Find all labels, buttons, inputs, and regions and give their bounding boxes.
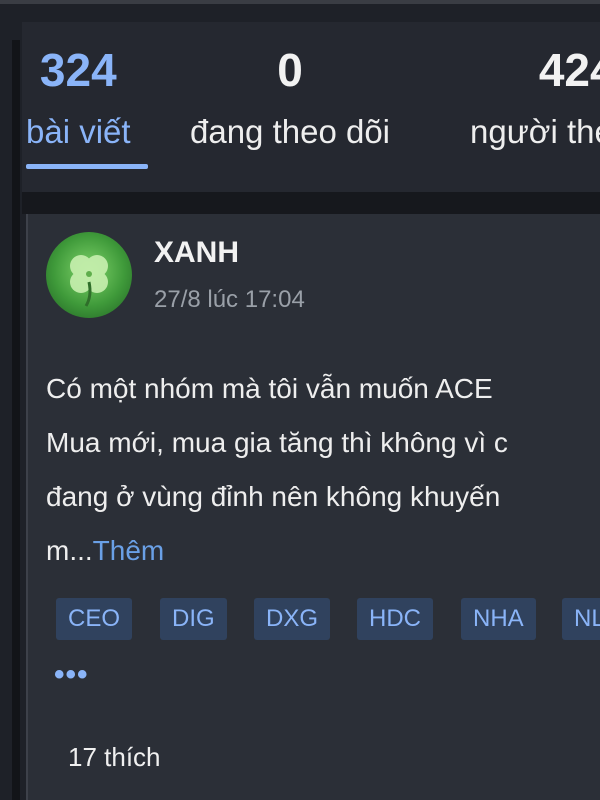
tag-hdc[interactable]: HDC: [357, 598, 433, 640]
following-label: đang theo dõi: [190, 113, 391, 150]
top-border: [0, 0, 600, 4]
clover-icon: [70, 255, 108, 307]
post-card: XANH 27/8 lúc 17:04 Có một nhóm mà tôi v…: [26, 214, 600, 800]
following-count: 0: [277, 44, 303, 96]
posts-count: 324: [39, 44, 117, 96]
tab-posts[interactable]: 324 bài viết: [26, 44, 131, 152]
content-line: Mua mới, mua gia tăng thì không vì c: [46, 427, 508, 458]
tag-ceo[interactable]: CEO: [56, 598, 133, 640]
left-rail: [12, 40, 20, 800]
content-line-text: m...: [46, 535, 93, 566]
content-line-last: m...Thêm: [46, 524, 600, 578]
profile-screen: 324 bài viết 0 đang theo dõi 424 người t…: [0, 0, 600, 800]
content-line: Có một nhóm mà tôi vẫn muốn ACE: [46, 373, 493, 404]
tag-nlg[interactable]: NLG: [562, 598, 600, 640]
more-tags-button[interactable]: •••: [54, 658, 89, 692]
tab-followers[interactable]: 424 người theo dõi: [470, 44, 600, 152]
tab-following[interactable]: 0 đang theo dõi: [190, 44, 390, 152]
tag-dig[interactable]: DIG: [160, 598, 227, 640]
active-tab-indicator: [26, 164, 148, 169]
post-author[interactable]: XANH: [154, 236, 239, 270]
section-separator: [22, 192, 600, 214]
like-count[interactable]: 17 thích: [68, 742, 161, 773]
content-line: đang ở vùng đỉnh nên không khuyến: [46, 481, 501, 512]
tag-nha[interactable]: NHA: [461, 598, 536, 640]
post-content: Có một nhóm mà tôi vẫn muốn ACE Mua mới,…: [46, 362, 600, 578]
avatar[interactable]: [46, 232, 132, 318]
stock-tags: CEO DIG DXG HDC NHA NLG: [56, 598, 600, 644]
followers-count: 424: [538, 44, 600, 96]
see-more-link[interactable]: Thêm: [93, 535, 165, 566]
post-timestamp: 27/8 lúc 17:04: [154, 286, 305, 313]
followers-label: người theo dõi: [470, 113, 600, 150]
posts-label: bài viết: [26, 113, 131, 150]
tag-dxg[interactable]: DXG: [254, 598, 331, 640]
